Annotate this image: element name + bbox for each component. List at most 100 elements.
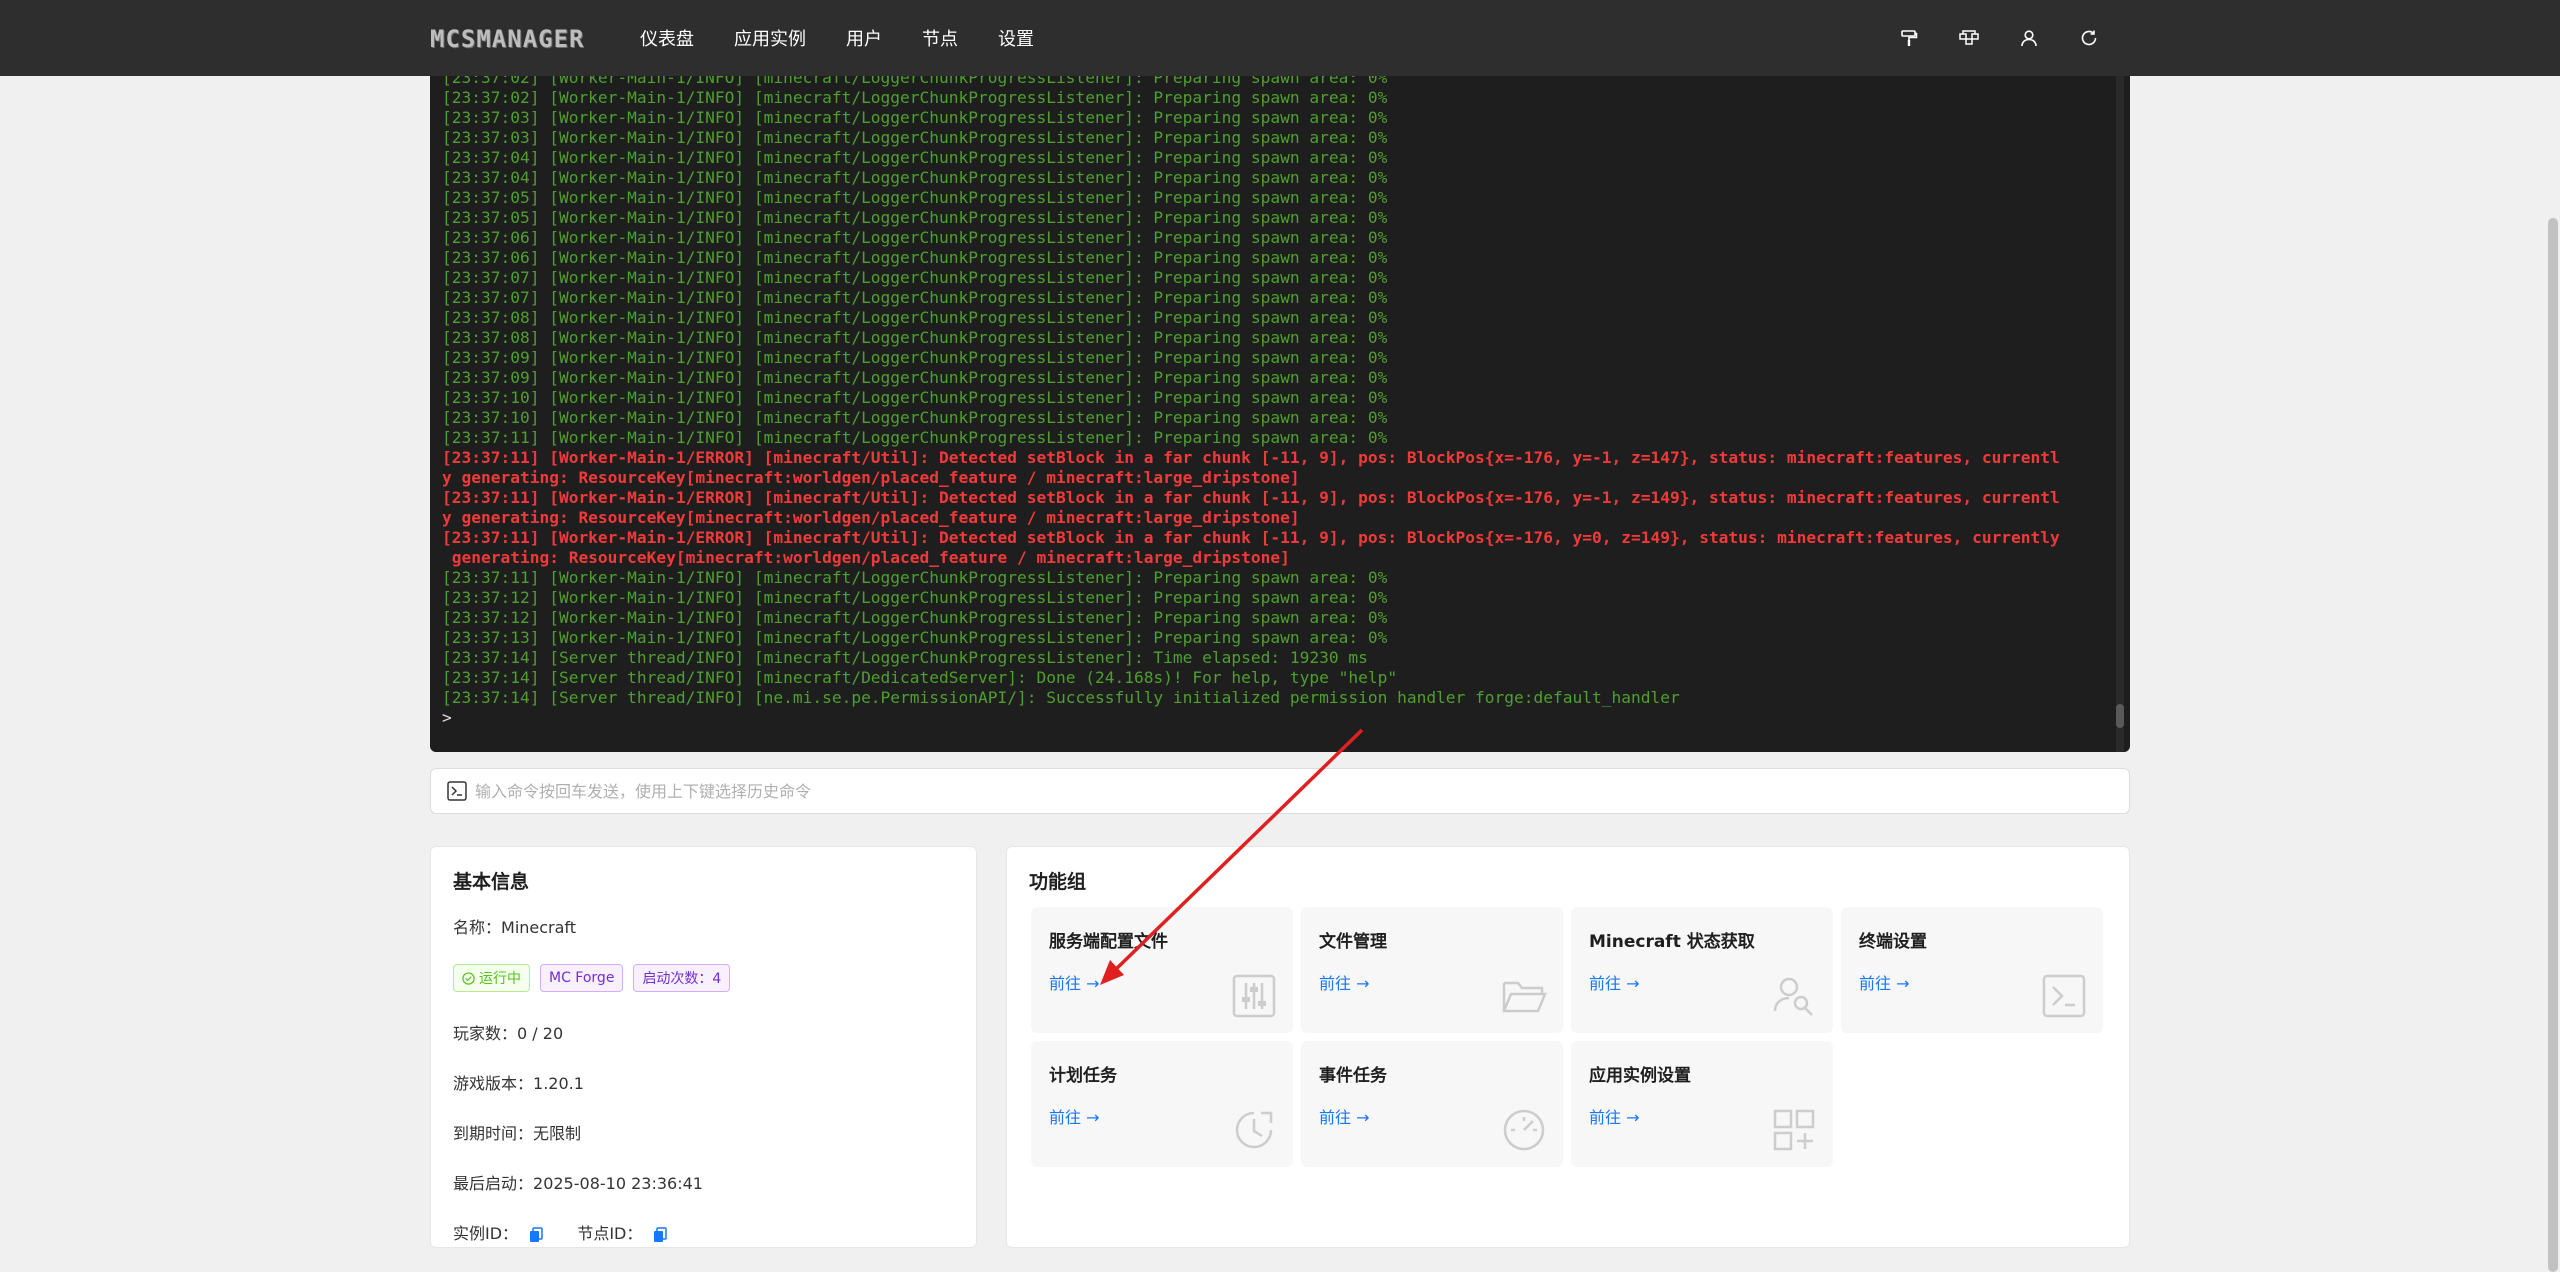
function-group-title: 功能组 xyxy=(1029,871,1087,893)
nav-item-settings[interactable]: 设置 xyxy=(998,25,1034,51)
terminal-prompt-icon xyxy=(447,781,467,801)
terminal-log-line: [23:37:11] [Worker-Main-1/INFO] [minecra… xyxy=(442,428,1388,447)
function-group-card: 功能组 服务端配置文件 前往 → 文件管理 前往 → Minecraft 状态获… xyxy=(1006,846,2130,1248)
terminal-log-line: [23:37:09] [Worker-Main-1/INFO] [minecra… xyxy=(442,348,1388,367)
terminal-log-line: [23:37:04] [Worker-Main-1/INFO] [minecra… xyxy=(442,168,1388,187)
func-item-title: 服务端配置文件 xyxy=(1049,932,1168,952)
func-item-title: 终端设置 xyxy=(1859,932,1927,952)
terminal-log-line: [23:37:14] [Server thread/INFO] [ne.mi.s… xyxy=(442,688,1680,707)
func-item-title: Minecraft 状态获取 xyxy=(1589,932,1755,952)
func-terminal-settings[interactable]: 终端设置 前往 → xyxy=(1841,907,2103,1033)
arrow-right-icon: → xyxy=(1896,974,1910,993)
instance-id-label: 实例ID： xyxy=(453,1224,519,1243)
players-value: 0 / 20 xyxy=(517,1024,564,1043)
nav-item-instances[interactable]: 应用实例 xyxy=(734,25,806,51)
sliders-icon xyxy=(1232,974,1276,1018)
terminal-log-line: [23:37:05] [Worker-Main-1/INFO] [minecra… xyxy=(442,208,1388,227)
app-grid-icon xyxy=(1773,1109,1815,1151)
last-start-label: 最后启动： xyxy=(453,1174,534,1193)
dashboard-icon xyxy=(1503,1109,1545,1151)
instance-tags: 运行中 MC Forge 启动次数：4 xyxy=(453,964,954,992)
terminal-scrollbar-thumb[interactable] xyxy=(2116,704,2124,728)
arrow-right-icon: → xyxy=(1356,974,1370,993)
terminal-scrollbar-track[interactable] xyxy=(2116,76,2124,752)
expire-row: 到期时间：无限制 xyxy=(453,1120,954,1144)
version-value: 1.20.1 xyxy=(533,1074,584,1093)
network-icon[interactable] xyxy=(1958,27,1980,49)
arrow-right-icon: → xyxy=(1356,1108,1370,1127)
arrow-right-icon: → xyxy=(1086,974,1100,993)
terminal-icon xyxy=(2042,974,2086,1018)
expire-value: 无限制 xyxy=(533,1124,582,1143)
command-input-box[interactable] xyxy=(430,768,2130,814)
refresh-icon[interactable] xyxy=(2078,27,2100,49)
version-row: 游戏版本：1.20.1 xyxy=(453,1070,954,1094)
arrow-right-icon: → xyxy=(1086,1108,1100,1127)
terminal-log-line: [23:37:02] [Worker-Main-1/INFO] [minecra… xyxy=(442,88,1388,107)
terminal-log-line: [23:37:07] [Worker-Main-1/INFO] [minecra… xyxy=(442,288,1388,307)
func-server-config[interactable]: 服务端配置文件 前往 → xyxy=(1031,907,1293,1033)
name-value: Minecraft xyxy=(501,918,577,937)
last-start-row: 最后启动：2025-08-10 23:36:41 xyxy=(453,1170,954,1194)
terminal-log-line: [23:37:12] [Worker-Main-1/INFO] [minecra… xyxy=(442,588,1388,607)
user-icon[interactable] xyxy=(2018,27,2040,49)
last-start-value: 2025-08-10 23:36:41 xyxy=(533,1174,703,1193)
copy-instance-id-icon[interactable] xyxy=(529,1226,543,1243)
terminal-error-line: y generating: ResourceKey[minecraft:worl… xyxy=(442,468,1300,487)
main-nav: 仪表盘 应用实例 用户 节点 设置 xyxy=(640,0,1034,76)
func-item-title: 计划任务 xyxy=(1049,1066,1117,1086)
terminal-log-line: [23:37:05] [Worker-Main-1/INFO] [minecra… xyxy=(442,188,1388,207)
terminal-log-line: [23:37:09] [Worker-Main-1/INFO] [minecra… xyxy=(442,368,1388,387)
type-badge: MC Forge xyxy=(540,964,624,992)
func-scheduled-tasks[interactable]: 计划任务 前往 → xyxy=(1031,1041,1293,1167)
terminal-log-line: [23:37:14] [Server thread/INFO] [minecra… xyxy=(442,648,1368,667)
terminal-log-line: [23:37:06] [Worker-Main-1/INFO] [minecra… xyxy=(442,228,1388,247)
user-search-icon xyxy=(1773,977,1813,1016)
terminal-error-line: [23:37:11] [Worker-Main-1/ERROR] [minecr… xyxy=(442,528,2060,547)
instance-name-row: 名称：Minecraft xyxy=(453,914,954,938)
func-minecraft-status[interactable]: Minecraft 状态获取 前往 → xyxy=(1571,907,1833,1033)
copy-node-id-icon[interactable] xyxy=(653,1226,668,1243)
terminal-log-line: [23:37:08] [Worker-Main-1/INFO] [minecra… xyxy=(442,328,1388,347)
clock-icon xyxy=(1235,1111,1273,1149)
terminal-log-line: [23:37:13] [Worker-Main-1/INFO] [minecra… xyxy=(442,628,1388,647)
nav-item-dashboard[interactable]: 仪表盘 xyxy=(640,25,694,51)
terminal-console[interactable]: [23:37:02] [Worker-Main-1/INFO] [minecra… xyxy=(430,76,2130,752)
status-badge: 运行中 xyxy=(453,964,530,992)
terminal-log-line: [23:37:03] [Worker-Main-1/INFO] [minecra… xyxy=(442,108,1388,127)
terminal-error-line: generating: ResourceKey[minecraft:worldg… xyxy=(442,548,1290,567)
terminal-error-line: [23:37:11] [Worker-Main-1/ERROR] [minecr… xyxy=(442,448,2060,467)
func-item-title: 文件管理 xyxy=(1319,932,1387,952)
func-event-tasks[interactable]: 事件任务 前往 → xyxy=(1301,1041,1563,1167)
players-row: 玩家数：0 / 20 xyxy=(453,1020,954,1044)
terminal-log-line: [23:37:12] [Worker-Main-1/INFO] [minecra… xyxy=(442,608,1388,627)
func-instance-settings[interactable]: 应用实例设置 前往 → xyxy=(1571,1041,1833,1167)
nav-actions xyxy=(1898,0,2100,76)
terminal-error-line: y generating: ResourceKey[minecraft:worl… xyxy=(442,508,1300,527)
func-file-manager[interactable]: 文件管理 前往 → xyxy=(1301,907,1563,1033)
terminal-log-line: [23:37:02] [Worker-Main-1/INFO] [minecra… xyxy=(442,76,1388,87)
nav-item-nodes[interactable]: 节点 xyxy=(922,25,958,51)
basic-info-card: 基本信息 名称：Minecraft 运行中 MC Forge 启动次数：4 玩家… xyxy=(430,846,977,1248)
nav-item-users[interactable]: 用户 xyxy=(846,25,882,51)
folder-open-icon xyxy=(1502,981,1547,1013)
terminal-log-line: [23:37:10] [Worker-Main-1/INFO] [minecra… xyxy=(442,408,1388,427)
terminal-log-line: [23:37:04] [Worker-Main-1/INFO] [minecra… xyxy=(442,148,1388,167)
arrow-right-icon: → xyxy=(1626,1108,1640,1127)
command-input[interactable] xyxy=(475,781,2129,801)
terminal-log-line: [23:37:06] [Worker-Main-1/INFO] [minecra… xyxy=(442,248,1388,267)
terminal-prompt[interactable]: > xyxy=(442,708,2102,728)
paint-roller-icon[interactable] xyxy=(1898,27,1920,49)
check-circle-icon xyxy=(462,971,475,985)
page-scrollbar-thumb[interactable] xyxy=(2548,218,2558,1272)
start-count-badge: 启动次数：4 xyxy=(633,964,731,992)
name-label: 名称： xyxy=(453,918,502,937)
function-grid: 服务端配置文件 前往 → 文件管理 前往 → Minecraft 状态获取 前往… xyxy=(1031,907,2103,1167)
node-id-label: 节点ID： xyxy=(577,1224,643,1243)
terminal-log-line: [23:37:03] [Worker-Main-1/INFO] [minecra… xyxy=(442,128,1388,147)
terminal-log-line: [23:37:07] [Worker-Main-1/INFO] [minecra… xyxy=(442,268,1388,287)
arrow-right-icon: → xyxy=(1626,974,1640,993)
mcsmanager-logo[interactable]: MCSMANAGER xyxy=(430,25,585,53)
top-navbar: MCSMANAGER 仪表盘 应用实例 用户 节点 设置 xyxy=(0,0,2560,76)
terminal-log-line: [23:37:14] [Server thread/INFO] [minecra… xyxy=(442,668,1398,687)
